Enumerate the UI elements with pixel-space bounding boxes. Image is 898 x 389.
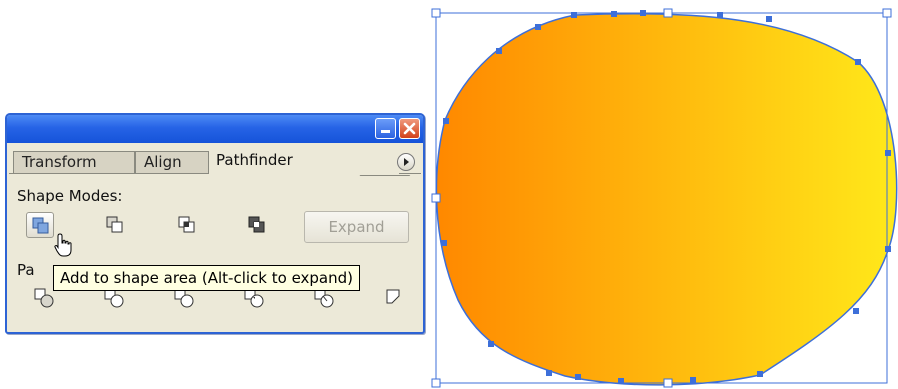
artwork-canvas (431, 8, 898, 388)
gradient-shape[interactable] (435, 12, 898, 386)
